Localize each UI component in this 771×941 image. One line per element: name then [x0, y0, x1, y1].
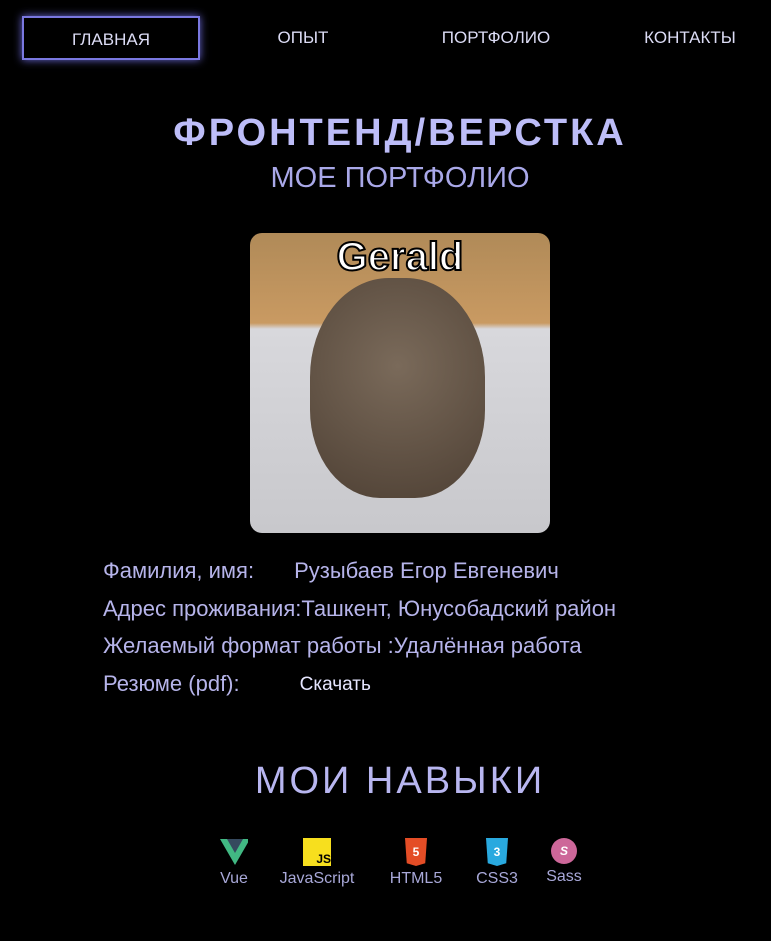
- skill-label: Vue: [220, 870, 248, 887]
- skill-label: JavaScript: [279, 870, 355, 887]
- nav-contacts[interactable]: КОНТАКТЫ: [630, 16, 750, 60]
- skills-title: МОИ НАВЫКИ: [254, 760, 546, 802]
- download-resume-link[interactable]: Скачать: [300, 674, 371, 709]
- profile-photo: Gerald: [250, 233, 550, 533]
- nav-portfolio[interactable]: ПОРТФОЛИО: [420, 16, 572, 60]
- nav-home[interactable]: ГЛАВНАЯ: [22, 16, 200, 60]
- html5-icon: 5: [405, 838, 427, 866]
- dog-image: [310, 278, 485, 498]
- skill-label: Sass: [546, 868, 582, 885]
- skill-html5: 5 HTML5: [383, 838, 449, 888]
- page-subtitle: МОЕ ПОРТФОЛИО: [270, 162, 530, 194]
- skill-vue: Vue: [214, 838, 254, 888]
- info-label: Фамилия, имя:: [103, 558, 255, 583]
- skill-sass: S Sass: [543, 838, 585, 886]
- info-label: Желаемый формат работы :: [103, 633, 394, 658]
- skill-javascript: JS JavaScript: [274, 838, 360, 888]
- info-label: Резюме (pdf):: [103, 670, 240, 696]
- javascript-icon: JS: [303, 838, 331, 866]
- nav-experience[interactable]: ОПЫТ: [228, 16, 378, 60]
- info-row-name: Фамилия, имя: Рузыбаев Егор Евгеневич: [103, 558, 616, 596]
- info-value: Рузыбаев Егор Евгеневич: [294, 558, 559, 583]
- info-label: Адрес проживания:: [103, 595, 302, 621]
- info-value: Ташкент, Юнусобадский район: [301, 595, 617, 621]
- info-value: Удалённая работа: [393, 633, 582, 658]
- css3-icon: 3: [486, 838, 508, 866]
- page-title: ФРОНТЕНД/ВЕРСТКА: [173, 112, 627, 154]
- skill-label: HTML5: [389, 870, 443, 887]
- info-row-format: Желаемый формат работы : Удалённая работа: [103, 633, 616, 671]
- skill-label: CSS3: [476, 870, 518, 887]
- info-list: Фамилия, имя: Рузыбаев Егор Евгеневич Адр…: [103, 558, 616, 708]
- vue-icon: [220, 838, 248, 866]
- info-row-address: Адрес проживания: Ташкент, Юнусобадский р…: [103, 596, 616, 634]
- sass-icon: S: [551, 838, 577, 864]
- photo-caption: Gerald: [336, 234, 465, 280]
- info-row-resume: Резюме (pdf): Скачать: [103, 671, 616, 709]
- skill-css3: 3 CSS3: [473, 838, 521, 888]
